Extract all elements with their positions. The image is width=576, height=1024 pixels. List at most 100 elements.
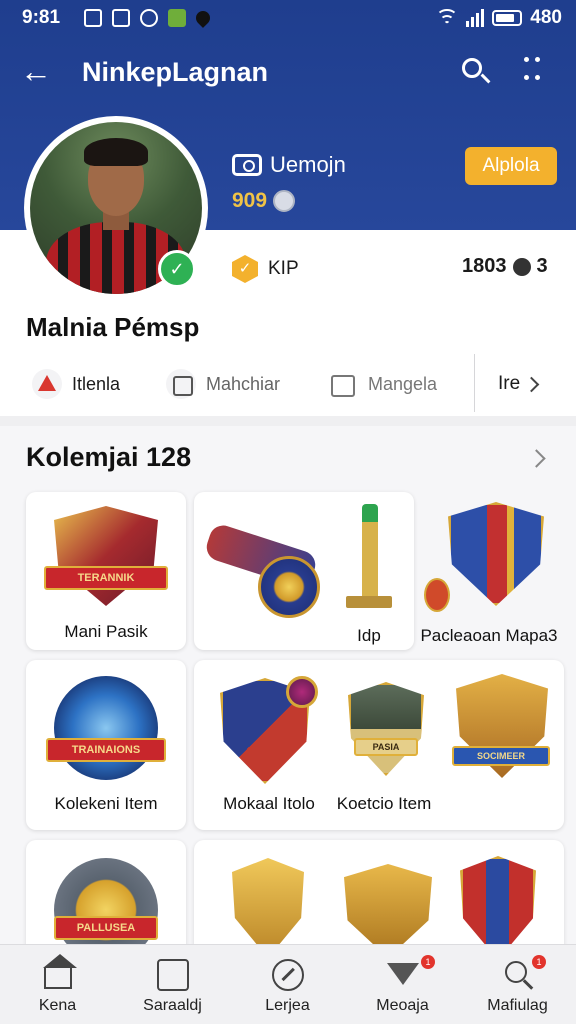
camera-icon <box>232 154 262 176</box>
status-bar: 9:81 480 <box>0 0 576 36</box>
nav-item-meoaja[interactable]: 1 Meoaja <box>345 945 460 1024</box>
nav-item-lerjea[interactable]: Lerjea <box>230 945 345 1024</box>
tab-itlenla[interactable]: Itlenla <box>32 362 120 406</box>
collection-item[interactable] <box>194 492 334 650</box>
collection-item[interactable]: Idp <box>324 492 414 650</box>
tab-mangela[interactable]: Mangela <box>328 362 437 406</box>
notification-badge: 1 <box>532 955 546 969</box>
more-vertical-icon[interactable] <box>522 54 550 90</box>
warning-icon <box>32 369 62 399</box>
status-right: 480 <box>436 7 562 29</box>
ribbon-text: SOCIMEER <box>452 746 550 766</box>
chevron-right-icon <box>523 376 540 392</box>
collection-card[interactable]: TRAINAIONS Kolekeni Item <box>26 660 186 830</box>
bottom-navigation: Kena Saraaldj Lerjea 1 Meoaja 1 Mafiulag <box>0 944 576 1024</box>
rank-badge: ✓ KIP <box>232 255 299 283</box>
collection-card[interactable]: TERANNIK Mani Pasik <box>26 492 186 650</box>
ribbon-text: PASIA <box>354 738 418 756</box>
gem-icon <box>286 676 318 708</box>
collection-item[interactable]: SOCIMEER <box>444 660 564 830</box>
trophy-pillar-icon <box>362 504 378 604</box>
channel-info: Uemojn <box>232 152 346 178</box>
tab-divider <box>474 354 475 412</box>
tab-mahchiar[interactable]: Mahchiar <box>166 362 280 406</box>
calendar-icon <box>328 369 358 399</box>
nav-label: Lerjea <box>265 997 310 1014</box>
location-icon <box>193 8 213 28</box>
document-icon <box>157 959 189 991</box>
funnel-icon <box>387 963 419 985</box>
tab-label: Mangela <box>368 373 438 394</box>
nav-item-kena[interactable]: Kena <box>0 945 115 1024</box>
back-arrow-icon[interactable]: ← <box>20 54 60 90</box>
tab-label: Itlenla <box>72 373 121 394</box>
search-icon[interactable] <box>458 54 494 90</box>
star-medal-icon <box>258 556 320 618</box>
profile-name: Malnia Pémsp <box>26 312 200 342</box>
rank-label: KIP <box>268 258 299 279</box>
collection-item[interactable]: PASIA Koetcio Item <box>324 660 444 830</box>
page-title: NinkepLagnan <box>82 57 269 87</box>
ribbon-text: TERANNIK <box>44 566 168 590</box>
globe-icon <box>140 9 158 27</box>
nav-label: Meoaja <box>376 997 429 1014</box>
striped-shield-icon <box>460 856 536 946</box>
users-icon <box>512 257 531 276</box>
profile-tabs: Itlenla Mahchiar Mangela Ire <box>0 354 576 412</box>
game-icon <box>168 9 186 27</box>
collection-item[interactable]: TERANNIK Mani Pasik <box>26 492 186 650</box>
trophy-base-icon <box>346 596 392 608</box>
tab-label: Mahchiar <box>206 373 281 394</box>
item-label: Koetcio Item <box>336 794 432 813</box>
collection-item[interactable]: PALLUSEA <box>26 840 186 946</box>
nav-label: Saraaldj <box>143 997 202 1014</box>
collection-section: Kolemjai 128 TERANNIK Mani Pasik Idp Pac… <box>0 426 576 946</box>
apply-button[interactable]: Alplola <box>465 147 557 185</box>
nav-item-saraaldj[interactable]: Saraaldj <box>115 945 230 1024</box>
status-time: 9:81 <box>22 7 61 28</box>
wifi-icon <box>436 9 459 27</box>
coin-icon <box>273 190 296 212</box>
collection-card[interactable]: PALLUSEA <box>26 840 186 946</box>
profile-search-icon <box>502 959 534 991</box>
home-icon <box>43 954 77 989</box>
chevron-right-icon[interactable] <box>527 449 546 470</box>
pendant-icon <box>424 578 450 612</box>
collection-item[interactable]: Mokaal Itolo <box>194 660 344 830</box>
item-label: Mani Pasik <box>64 622 148 641</box>
status-icons <box>84 8 213 28</box>
top-bar: ← NinkepLagnan <box>0 44 576 100</box>
compass-icon <box>272 959 304 991</box>
grid-icon <box>166 369 196 399</box>
collection-card[interactable]: Idp <box>194 492 414 650</box>
item-label: Mokaal Itolo <box>223 794 315 813</box>
collection-card[interactable] <box>194 840 564 946</box>
collection-item[interactable]: TRAINAIONS Kolekeni Item <box>26 660 186 830</box>
collection-item[interactable]: Pacleaoan Mapa3 <box>414 492 564 650</box>
collection-card[interactable]: Mokaal Itolo PASIA Koetcio Item SOCIMEER <box>194 660 564 830</box>
verified-badge-icon: ✓ <box>158 250 196 288</box>
nav-label: Mafiulag <box>487 997 548 1014</box>
battery-text: 480 <box>530 7 562 28</box>
score: 909 <box>232 189 296 213</box>
notification-badge: 1 <box>421 955 435 969</box>
nav-item-mafiulag[interactable]: 1 Mafiulag <box>460 945 575 1024</box>
ribbon-text: PALLUSEA <box>54 916 158 940</box>
item-label: Idp <box>357 626 381 645</box>
wolf-crest-icon <box>344 864 432 946</box>
followers-suffix: 3 <box>536 255 548 277</box>
battery-icon <box>492 10 523 26</box>
chat-icon <box>112 9 130 27</box>
wolf-shield-icon <box>348 682 424 776</box>
collection-title: Kolemjai 128 <box>26 442 192 472</box>
signal-icon <box>466 9 485 27</box>
followers-value: 1803 <box>462 255 507 277</box>
followers-count: 1803 3 <box>462 255 548 278</box>
shield-icon <box>448 502 544 606</box>
score-value: 909 <box>232 189 268 212</box>
shield-icon <box>54 506 158 606</box>
ribbon-text: TRAINAIONS <box>46 738 166 762</box>
channel-label: Uemojn <box>270 152 346 177</box>
tab-ire[interactable]: Ire <box>498 362 540 406</box>
hexagon-check-icon: ✓ <box>232 255 258 283</box>
